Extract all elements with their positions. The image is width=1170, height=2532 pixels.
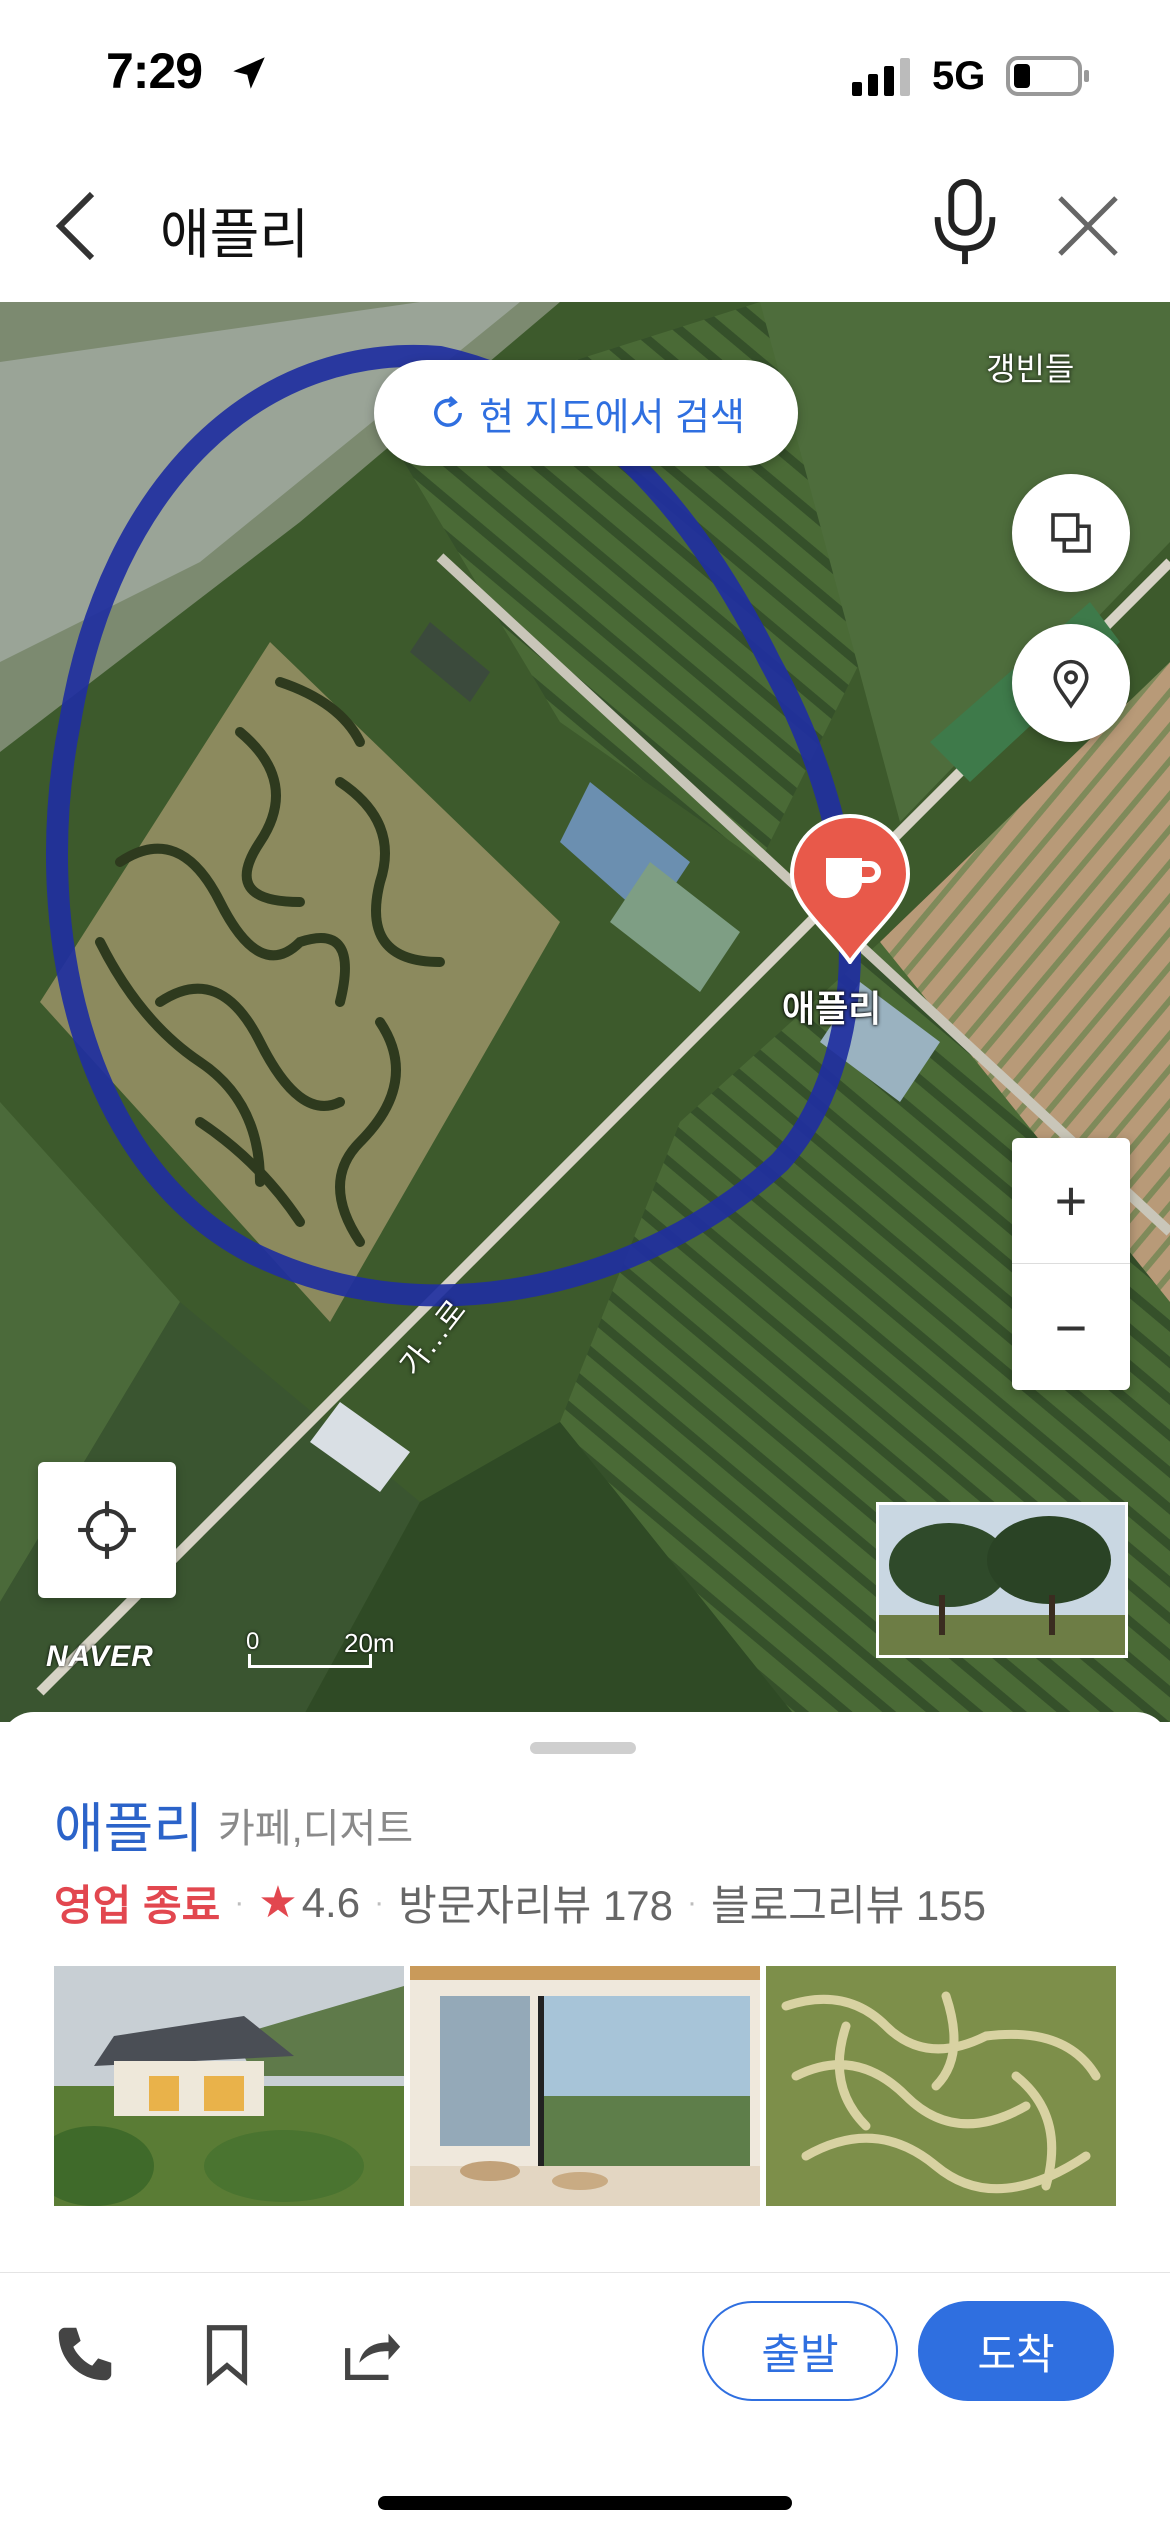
layers-button[interactable] bbox=[1012, 474, 1130, 592]
depart-button[interactable]: 출발 bbox=[702, 2301, 898, 2401]
location-arrow-icon bbox=[233, 57, 265, 89]
back-icon[interactable] bbox=[44, 186, 116, 266]
action-bar: 출발 도착 bbox=[0, 2272, 1170, 2532]
place-info-sheet[interactable]: 애플리 카페,디저트 영업 종료 · ★ 4.6 · 방문자리뷰 178 · 블… bbox=[0, 1712, 1170, 2272]
current-location-button[interactable] bbox=[38, 1462, 176, 1598]
separator-dot: · bbox=[374, 1885, 385, 1919]
place-name[interactable]: 애플리 bbox=[54, 1784, 203, 1863]
exterior-image bbox=[54, 1966, 404, 2206]
photo-maze[interactable] bbox=[766, 1966, 1116, 2206]
blog-reviews[interactable]: 블로그리뷰 155 bbox=[711, 1872, 986, 1933]
place-marker-icon[interactable] bbox=[788, 814, 912, 964]
phone-icon[interactable] bbox=[50, 2319, 120, 2389]
refresh-icon bbox=[434, 395, 463, 427]
microphone-icon[interactable] bbox=[925, 178, 1005, 268]
search-query[interactable]: 애플리 bbox=[160, 190, 309, 269]
photo-interior[interactable] bbox=[410, 1966, 760, 2206]
business-status: 영업 종료 bbox=[54, 1882, 221, 1929]
pin-icon bbox=[1053, 659, 1089, 709]
place-marker-label: 애플리 bbox=[782, 988, 882, 1029]
layers-icon bbox=[1051, 513, 1091, 553]
photo-strip bbox=[54, 1966, 1116, 2206]
network-type: 5G bbox=[932, 54, 986, 98]
separator-dot: · bbox=[234, 1885, 245, 1919]
area-label: 갱빈들 bbox=[986, 351, 1075, 387]
scale-bar bbox=[248, 1654, 372, 1668]
interior-image bbox=[410, 1966, 760, 2206]
battery-icon bbox=[1006, 56, 1089, 96]
search-this-area-button[interactable]: 현 지도에서 검색 bbox=[374, 360, 798, 466]
maze-image bbox=[766, 1966, 1116, 2206]
sheet-grabber[interactable] bbox=[530, 1742, 636, 1754]
bookmark-icon[interactable] bbox=[192, 2319, 262, 2389]
home-indicator bbox=[378, 2496, 792, 2510]
zoom-in-button[interactable]: + bbox=[1012, 1138, 1130, 1264]
zoom-out-button[interactable]: − bbox=[1012, 1264, 1130, 1390]
naver-logo: NAVER bbox=[46, 1640, 154, 1673]
photo-exterior[interactable] bbox=[54, 1966, 404, 2206]
status-bar: 7:29 5G bbox=[0, 0, 1170, 150]
status-time: 7:29 bbox=[106, 43, 203, 99]
place-info-row: 영업 종료 · ★ 4.6 · 방문자리뷰 178 · 블로그리뷰 155 bbox=[54, 1872, 986, 1933]
zoom-controls: + − bbox=[1012, 1138, 1130, 1390]
close-icon[interactable] bbox=[1048, 186, 1128, 266]
search-this-area-label: 현 지도에서 검색 bbox=[479, 396, 745, 439]
satellite-map[interactable]: 갱빈들 현 지도에서 검색 애플리 가…로 + − NAVER 0 20m bbox=[0, 302, 1170, 1722]
separator-dot: · bbox=[687, 1885, 698, 1919]
star-icon: ★ bbox=[258, 1878, 298, 1927]
visitor-reviews[interactable]: 방문자리뷰 178 bbox=[398, 1872, 673, 1933]
place-pin-button[interactable] bbox=[1012, 624, 1130, 742]
street-view-image bbox=[879, 1505, 1125, 1655]
scale-zero: 0 bbox=[246, 1628, 260, 1655]
crosshair-icon bbox=[78, 1501, 136, 1559]
share-icon[interactable] bbox=[336, 2319, 406, 2389]
place-category: 카페,디저트 bbox=[218, 1807, 414, 1851]
street-view-thumbnail[interactable] bbox=[876, 1502, 1128, 1658]
arrive-button[interactable]: 도착 bbox=[918, 2301, 1114, 2401]
search-header: 애플리 bbox=[0, 150, 1170, 302]
signal-icon bbox=[852, 58, 910, 96]
rating: 4.6 bbox=[301, 1878, 361, 1926]
